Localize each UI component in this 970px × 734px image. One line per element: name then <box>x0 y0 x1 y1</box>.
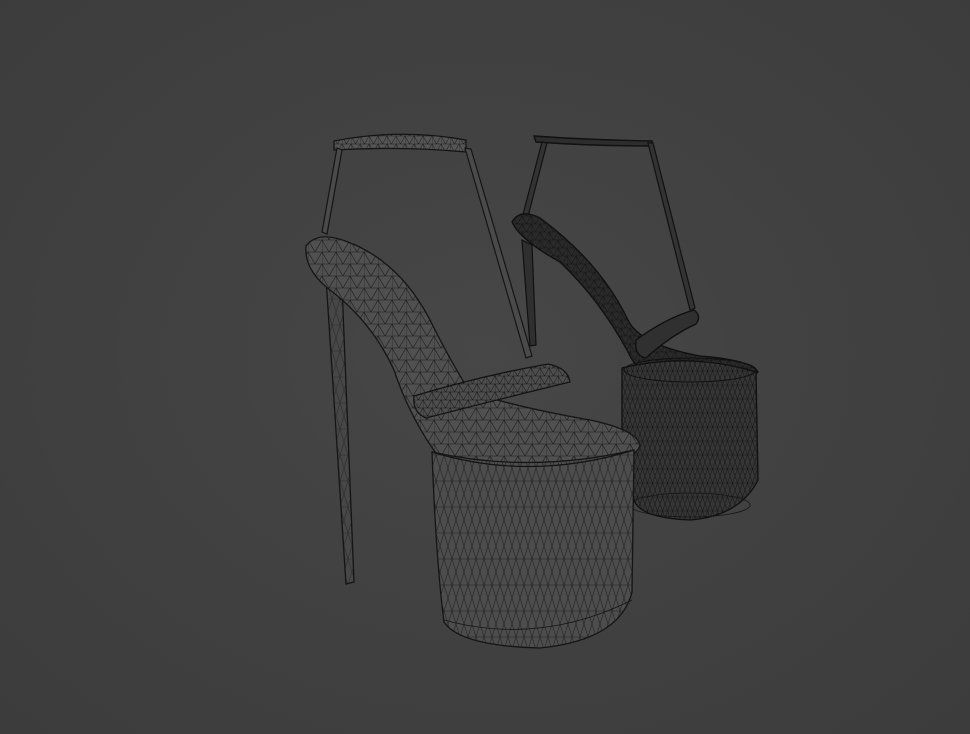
back-right-strap <box>647 142 696 311</box>
back-left-strap <box>520 141 548 225</box>
back-ankle-strap <box>533 135 653 147</box>
3d-viewport[interactable] <box>0 0 970 734</box>
wireframe-scene <box>305 133 759 649</box>
front-right-strap <box>464 147 533 359</box>
sandal-front[interactable] <box>305 133 641 649</box>
front-left-strap <box>321 147 343 235</box>
